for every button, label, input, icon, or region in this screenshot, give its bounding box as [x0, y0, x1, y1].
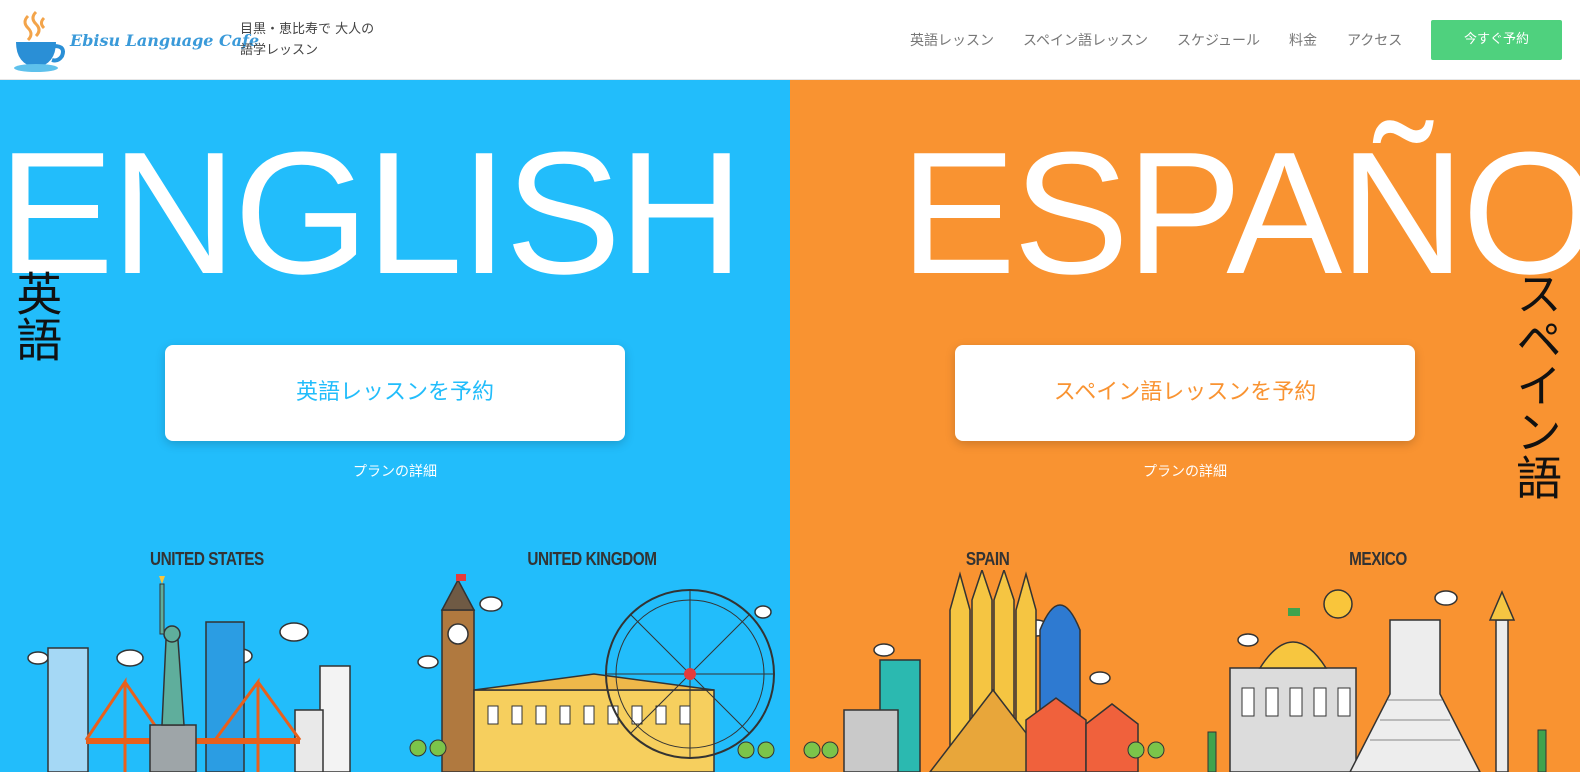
site-logo[interactable]: Ebisu Language Cafe [14, 8, 259, 72]
english-plan-link[interactable]: プランの詳細 [0, 461, 790, 481]
spain-mexico-skyline-illustration [803, 570, 1547, 772]
nav-access[interactable]: アクセス [1347, 30, 1402, 50]
spanish-panel: ESPAÑOL スペイン語 スペイン語レッスンを予約 プランの詳細 SPAIN … [790, 80, 1580, 772]
tagline-line-2: 語学レッスン [240, 43, 319, 58]
country-label-mexico: MEXICO [1349, 549, 1407, 569]
spanish-plan-link[interactable]: プランの詳細 [790, 461, 1580, 481]
us-uk-skyline-illustration [27, 574, 775, 772]
country-label-spain: SPAIN [965, 549, 1010, 569]
book-english-button[interactable]: 英語レッスンを予約 [165, 345, 625, 441]
logo-text: Ebisu Language Cafe [70, 31, 260, 50]
nav-pricing[interactable]: 料金 [1289, 30, 1317, 50]
english-vertical-label: 英語 [9, 270, 64, 362]
reserve-now-button[interactable]: 今すぐ予約 [1431, 20, 1562, 60]
english-panel: ENGLISH 英語 英語レッスンを予約 プランの詳細 UNITED STATE… [0, 80, 790, 772]
english-heading: ENGLISH [0, 115, 744, 310]
coffee-cup-icon [14, 10, 65, 72]
tagline: 目黒・恵比寿で 大人の 語学レッスン [240, 19, 374, 61]
nav-spanish-lessons[interactable]: スペイン語レッスン [1023, 30, 1148, 50]
book-spanish-button[interactable]: スペイン語レッスンを予約 [955, 345, 1415, 441]
country-label-us: UNITED STATES [150, 549, 264, 569]
nav-english-lessons[interactable]: 英語レッスン [910, 30, 994, 50]
tagline-line-1: 目黒・恵比寿で 大人の [240, 22, 375, 37]
nav-schedule[interactable]: スケジュール [1177, 30, 1260, 50]
site-header: Ebisu Language Cafe 目黒・恵比寿で 大人の 語学レッスン 英… [0, 0, 1580, 80]
country-label-uk: UNITED KINGDOM [527, 549, 657, 569]
spanish-heading: ESPAÑOL [900, 115, 1580, 310]
